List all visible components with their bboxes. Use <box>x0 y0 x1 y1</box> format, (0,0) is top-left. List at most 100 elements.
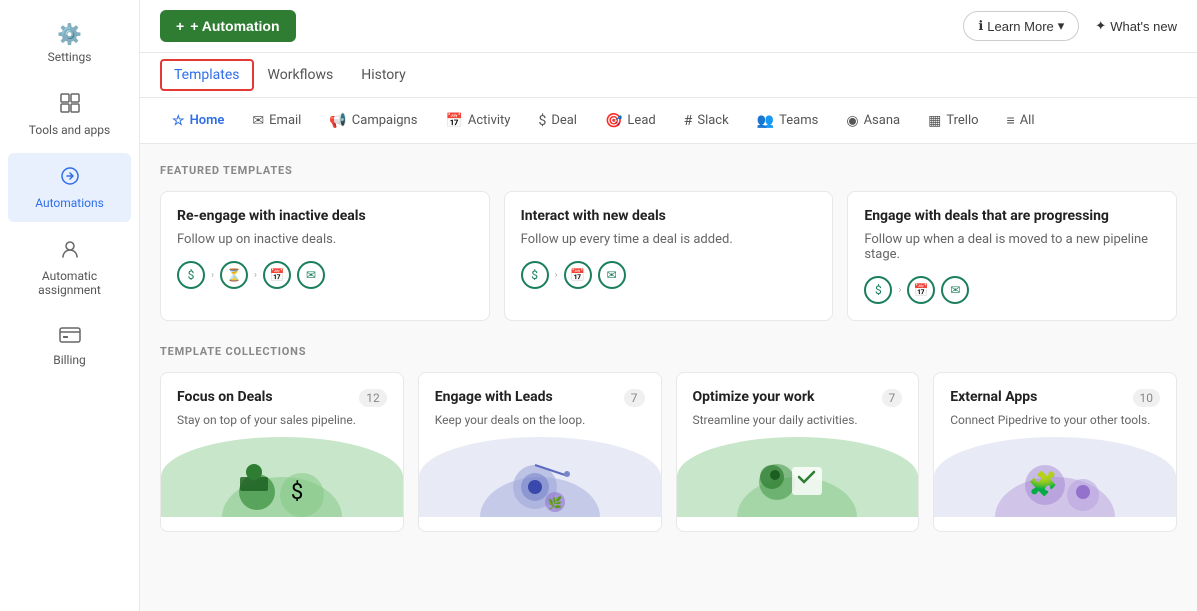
sparkle-icon: ✦ <box>1095 18 1106 34</box>
flow-cal3-icon: 📅 <box>907 276 935 304</box>
sidebar-item-automations[interactable]: Automations <box>8 153 131 222</box>
trello-icon: ▦ <box>928 113 941 129</box>
calendar-icon: 📅 <box>445 113 462 129</box>
sidebar-item-billing[interactable]: Billing <box>8 313 131 379</box>
collection-title-apps: External Apps <box>950 389 1037 405</box>
learn-more-button[interactable]: ℹ Learn More ▾ <box>963 11 1079 41</box>
template-title-reengage: Re-engage with inactive deals <box>177 208 473 224</box>
chevron-down-icon: ▾ <box>1058 18 1065 34</box>
template-desc-interact: Follow up every time a deal is added. <box>521 232 817 247</box>
filter-tab-email[interactable]: ✉ Email <box>240 107 313 135</box>
collection-count-deals: 12 <box>359 389 387 407</box>
collection-header-leads: Engage with Leads 7 <box>435 389 645 407</box>
slack-icon: # <box>684 113 693 129</box>
collection-count-apps: 10 <box>1133 389 1161 407</box>
template-card-engage[interactable]: Engage with deals that are progressing F… <box>847 191 1177 321</box>
template-flow-interact: $ › 📅 ✉ <box>521 261 817 289</box>
collection-card-deals[interactable]: Focus on Deals 12 Stay on top of your sa… <box>160 372 404 532</box>
filter-tab-deal[interactable]: $ Deal <box>526 107 589 135</box>
flow-arrow-2: › <box>254 270 257 281</box>
whats-new-button[interactable]: ✦ What's new <box>1095 18 1177 34</box>
template-desc-engage: Follow up when a deal is moved to a new … <box>864 232 1160 262</box>
filter-tabs: ☆ Home ✉ Email 📢 Campaigns 📅 Activity $ … <box>140 98 1197 144</box>
flow-email3-icon: ✉ <box>941 276 969 304</box>
tab-navigation: Templates Workflows History <box>140 53 1197 98</box>
collection-desc-deals: Stay on top of your sales pipeline. <box>177 413 387 427</box>
template-flow-engage: $ › 📅 ✉ <box>864 276 1160 304</box>
collection-title-work: Optimize your work <box>693 389 815 405</box>
flow-calendar-icon: 📅 <box>263 261 291 289</box>
sidebar-item-assignment[interactable]: Automatic assignment <box>8 226 131 309</box>
tab-history[interactable]: History <box>347 55 420 97</box>
filter-tab-asana[interactable]: ◉ Asana <box>834 107 912 135</box>
flow-email2-icon: ✉ <box>598 261 626 289</box>
template-flow-reengage: $ › ⏳ › 📅 ✉ <box>177 261 473 289</box>
collection-image-work <box>677 437 919 517</box>
flow-deal3-icon: $ <box>864 276 892 304</box>
automation-button[interactable]: + + Automation <box>160 10 296 42</box>
main-content: + + Automation ℹ Learn More ▾ ✦ What's n… <box>140 0 1197 611</box>
collection-title-deals: Focus on Deals <box>177 389 273 405</box>
template-card-interact[interactable]: Interact with new deals Follow up every … <box>504 191 834 321</box>
collection-desc-leads: Keep your deals on the loop. <box>435 413 645 427</box>
collection-count-leads: 7 <box>624 389 645 407</box>
collections-grid: Focus on Deals 12 Stay on top of your sa… <box>160 372 1177 532</box>
flow-wait-icon: ⏳ <box>220 261 248 289</box>
collection-header-deals: Focus on Deals 12 <box>177 389 387 407</box>
content-area: FEATURED TEMPLATES Re-engage with inacti… <box>140 144 1197 611</box>
sidebar-label-assignment: Automatic assignment <box>18 269 121 297</box>
megaphone-icon: 📢 <box>329 113 346 129</box>
dollar-icon: $ <box>538 113 546 129</box>
email-icon: ✉ <box>252 113 264 129</box>
target-icon: 🎯 <box>605 113 622 129</box>
sidebar-label-tools: Tools and apps <box>29 123 110 137</box>
flow-deal-icon: $ <box>177 261 205 289</box>
tab-workflows[interactable]: Workflows <box>254 55 348 97</box>
sidebar-item-settings[interactable]: ⚙️ Settings <box>8 10 131 76</box>
assignment-icon <box>59 238 81 265</box>
flow-cal2-icon: 📅 <box>564 261 592 289</box>
filter-tab-teams[interactable]: 👥 Teams <box>745 107 831 135</box>
tab-templates[interactable]: Templates <box>160 59 254 91</box>
svg-text:🌿: 🌿 <box>547 496 562 510</box>
sidebar: ⚙️ Settings Tools and apps Automations <box>0 0 140 611</box>
flow-arrow-3: › <box>555 270 558 281</box>
filter-tab-slack[interactable]: # Slack <box>672 107 741 135</box>
collections-section-title: TEMPLATE COLLECTIONS <box>160 345 1177 358</box>
collection-image-leads: 🌿 <box>419 437 661 517</box>
flow-email-icon: ✉ <box>297 261 325 289</box>
menu-icon: ≡ <box>1007 112 1015 129</box>
topbar: + + Automation ℹ Learn More ▾ ✦ What's n… <box>140 0 1197 53</box>
flow-arrow-4: › <box>898 285 901 296</box>
collection-card-work[interactable]: Optimize your work 7 Streamline your dai… <box>676 372 920 532</box>
filter-tab-lead[interactable]: 🎯 Lead <box>593 107 668 135</box>
info-icon: ℹ <box>978 18 983 34</box>
plus-icon: + <box>176 18 184 34</box>
collection-count-work: 7 <box>882 389 903 407</box>
sidebar-item-tools[interactable]: Tools and apps <box>8 80 131 149</box>
sidebar-label-billing: Billing <box>53 353 86 367</box>
filter-tab-activity[interactable]: 📅 Activity <box>433 107 522 135</box>
filter-tab-campaigns[interactable]: 📢 Campaigns <box>317 107 429 135</box>
svg-text:$: $ <box>291 480 303 505</box>
star-icon: ☆ <box>172 113 185 129</box>
sidebar-label-automations: Automations <box>35 196 104 210</box>
collection-card-leads[interactable]: Engage with Leads 7 Keep your deals on t… <box>418 372 662 532</box>
collection-title-leads: Engage with Leads <box>435 389 553 405</box>
collection-desc-apps: Connect Pipedrive to your other tools. <box>950 413 1160 427</box>
template-card-reengage[interactable]: Re-engage with inactive deals Follow up … <box>160 191 490 321</box>
filter-tab-home[interactable]: ☆ Home <box>160 107 236 135</box>
filter-tab-all[interactable]: ≡ All <box>995 106 1047 135</box>
tools-icon <box>59 92 81 119</box>
collection-header-work: Optimize your work 7 <box>693 389 903 407</box>
collection-card-apps[interactable]: External Apps 10 Connect Pipedrive to yo… <box>933 372 1177 532</box>
template-desc-reengage: Follow up on inactive deals. <box>177 232 473 247</box>
flow-deal2-icon: $ <box>521 261 549 289</box>
billing-icon <box>59 325 81 349</box>
settings-icon: ⚙️ <box>57 22 82 46</box>
template-title-interact: Interact with new deals <box>521 208 817 224</box>
collection-desc-work: Streamline your daily activities. <box>693 413 903 427</box>
template-title-engage: Engage with deals that are progressing <box>864 208 1160 224</box>
featured-templates-grid: Re-engage with inactive deals Follow up … <box>160 191 1177 321</box>
filter-tab-trello[interactable]: ▦ Trello <box>916 107 990 135</box>
